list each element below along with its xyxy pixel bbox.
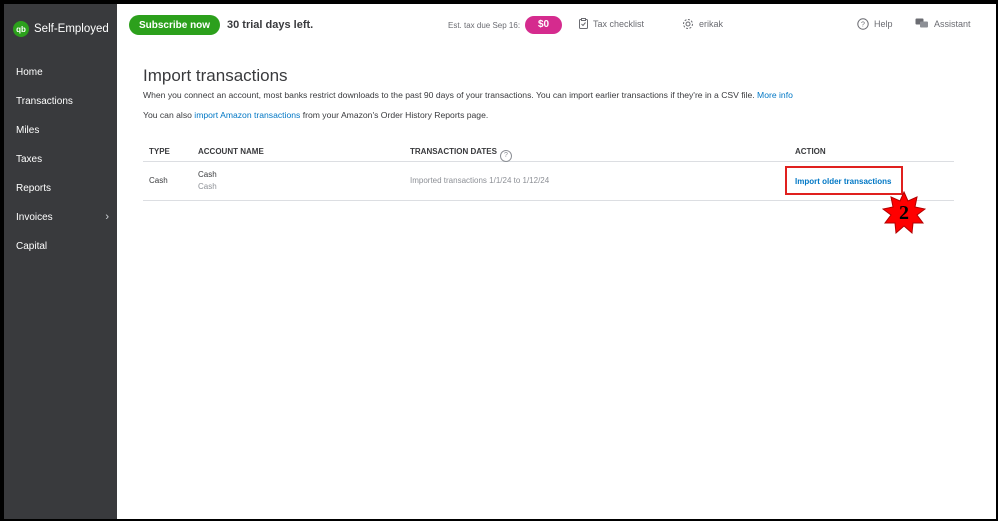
sidebar-item-label: Capital — [16, 241, 48, 252]
more-info-link[interactable]: More info — [757, 90, 793, 100]
sidebar-item-home[interactable]: Home — [4, 58, 117, 87]
sidebar-nav: Home Transactions Miles Taxes Reports In… — [4, 58, 117, 261]
table-header: TYPE ACCOUNT NAME TRANSACTION DATES? ACT… — [143, 144, 954, 162]
brand[interactable]: qb Self-Employed — [4, 4, 117, 54]
cell-transaction-dates: Imported transactions 1/1/24 to 1/12/24 — [410, 176, 550, 185]
sidebar-item-label: Reports — [16, 183, 52, 194]
sidebar-item-label: Home — [16, 67, 43, 78]
user-menu[interactable]: erikak — [682, 18, 723, 30]
sidebar-item-label: Invoices — [16, 212, 53, 223]
sidebar-item-reports[interactable]: Reports — [4, 174, 117, 203]
tax-checklist-button[interactable]: Tax checklist — [579, 18, 644, 29]
est-tax-badge[interactable]: $0 — [525, 16, 562, 34]
brand-name: Self-Employed — [34, 23, 109, 35]
page-content: Import transactions When you connect an … — [143, 66, 956, 121]
assistant-button[interactable]: Assistant — [915, 18, 971, 29]
sidebar-item-transactions[interactable]: Transactions — [4, 87, 117, 116]
help-button[interactable]: ? Help — [857, 18, 893, 30]
sidebar-item-label: Miles — [16, 125, 40, 136]
main-area: Subscribe now 30 trial days left. Est. t… — [117, 4, 996, 519]
sidebar-item-capital[interactable]: Capital — [4, 232, 117, 261]
tax-checklist-label: Tax checklist — [593, 18, 645, 29]
cell-account-name: Cash — [198, 170, 217, 179]
quickbooks-logo-icon: qb — [13, 21, 29, 37]
cell-account-sub: Cash — [198, 182, 217, 191]
trial-days-text: 30 trial days left. — [227, 19, 314, 31]
chat-bubble-icon — [915, 18, 929, 29]
page-title: Import transactions — [143, 66, 288, 85]
amazon-note: You can also import Amazon transactions … — [143, 109, 956, 121]
sidebar-item-taxes[interactable]: Taxes — [4, 145, 117, 174]
chevron-right-icon: › — [105, 211, 109, 223]
header-type: TYPE — [149, 147, 170, 156]
est-tax-label: Est. tax due Sep 16: — [448, 21, 521, 30]
subscribe-now-button[interactable]: Subscribe now — [129, 15, 220, 35]
question-circle-icon[interactable]: ? — [499, 150, 512, 162]
help-circle-icon: ? — [857, 18, 869, 30]
amazon-prefix-text: You can also — [143, 110, 192, 120]
step-number: 2 — [899, 202, 909, 224]
assistant-label: Assistant — [934, 18, 971, 29]
svg-text:?: ? — [861, 22, 865, 29]
page-description: When you connect an account, most banks … — [143, 89, 956, 101]
accounts-table: TYPE ACCOUNT NAME TRANSACTION DATES? ACT… — [143, 144, 954, 201]
step-number-badge: 2 — [881, 190, 927, 235]
import-amazon-link[interactable]: import Amazon transactions — [194, 110, 300, 120]
sidebar: qb Self-Employed Home Transactions Miles… — [4, 4, 117, 519]
user-name: erikak — [699, 19, 724, 29]
gear-icon — [682, 18, 694, 30]
header-action: ACTION — [795, 147, 826, 156]
header-account-name: ACCOUNT NAME — [198, 147, 264, 156]
sidebar-item-label: Transactions — [16, 96, 73, 107]
header-transaction-dates-label: TRANSACTION DATES — [410, 147, 497, 156]
description-text: When you connect an account, most banks … — [143, 90, 755, 100]
import-older-transactions-link[interactable]: Import older transactions — [795, 177, 891, 186]
top-bar: Subscribe now 30 trial days left. Est. t… — [117, 4, 996, 52]
cell-type: Cash — [149, 176, 168, 185]
app-window: qb Self-Employed Home Transactions Miles… — [2, 2, 998, 521]
header-transaction-dates: TRANSACTION DATES? — [410, 147, 512, 162]
amazon-suffix-text: from your Amazon's Order History Reports… — [302, 110, 489, 120]
sidebar-item-label: Taxes — [16, 154, 43, 165]
sidebar-item-miles[interactable]: Miles — [4, 116, 117, 145]
sidebar-item-invoices[interactable]: Invoices › — [4, 203, 117, 232]
help-label: Help — [874, 19, 893, 29]
clipboard-icon — [579, 18, 588, 29]
